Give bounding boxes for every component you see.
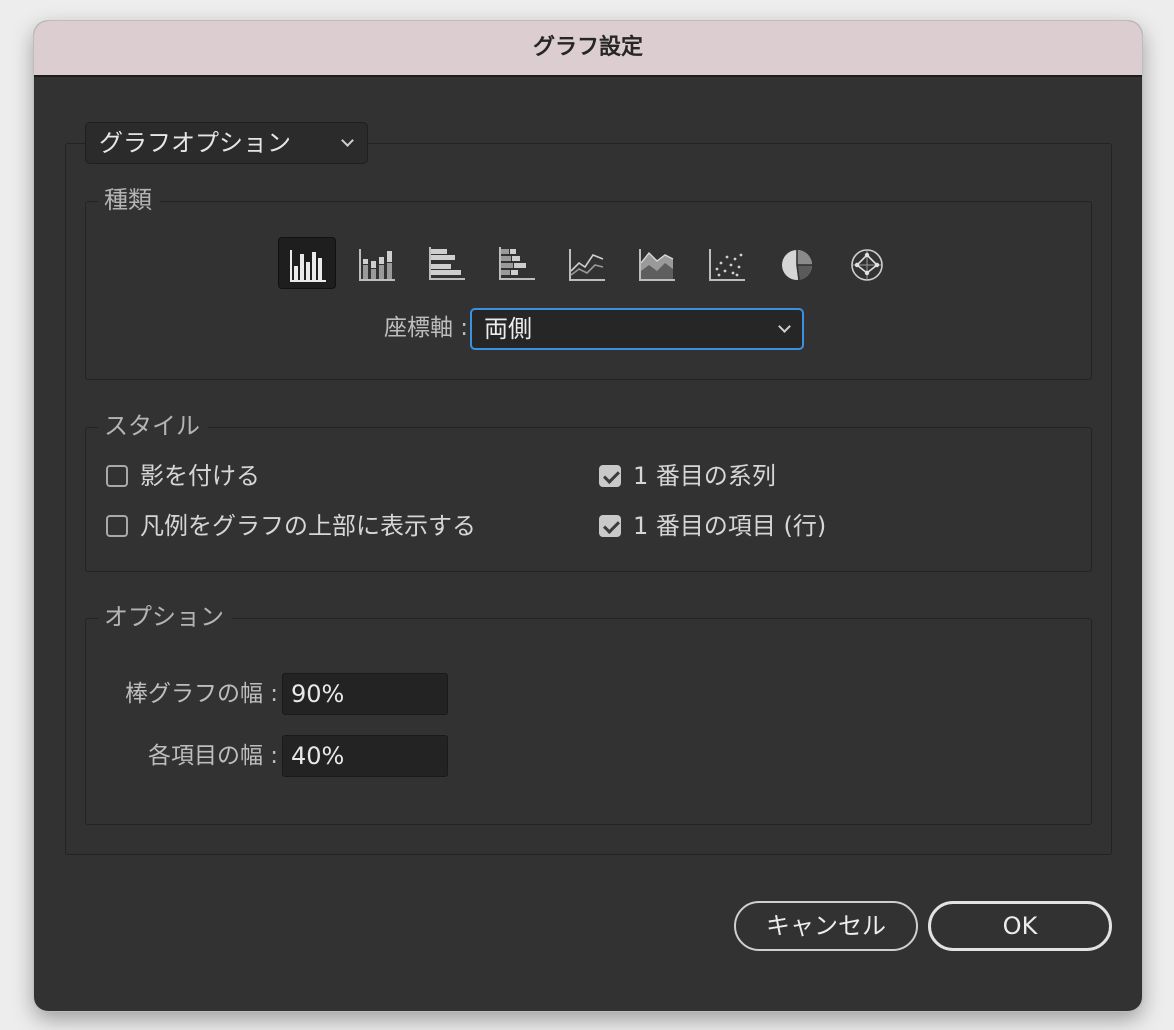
- stacked-column-graph-icon[interactable]: [348, 237, 406, 289]
- axis-label: 座標軸 :: [383, 315, 468, 341]
- chevron-down-icon: [341, 134, 354, 147]
- area-graph-icon[interactable]: [628, 237, 686, 289]
- add-shadow-checkbox-row[interactable]: 影を付ける: [106, 460, 506, 492]
- chevron-down-icon: [778, 320, 791, 333]
- style-section-legend: スタイル: [98, 411, 208, 441]
- first-item-checkbox[interactable]: [599, 515, 621, 537]
- dialog-title: グラフ設定: [34, 21, 1142, 77]
- legend-on-top-label: 凡例をグラフの上部に表示する: [140, 512, 476, 540]
- item-width-input[interactable]: [282, 735, 448, 777]
- cancel-button[interactable]: キャンセル: [734, 901, 918, 951]
- stacked-bar-graph-icon[interactable]: [488, 237, 546, 289]
- item-width-label: 各項目の幅 :: [147, 743, 278, 769]
- first-item-checkbox-row[interactable]: 1 番目の項目 (行): [599, 510, 919, 542]
- first-series-checkbox-row[interactable]: 1 番目の系列: [599, 460, 899, 492]
- scatter-graph-icon[interactable]: [698, 237, 756, 289]
- grouped-bar-graph-icon[interactable]: [418, 237, 476, 289]
- first-series-checkbox[interactable]: [599, 465, 621, 487]
- bar-width-input[interactable]: [282, 673, 448, 715]
- axis-dropdown-value: 両側: [484, 315, 532, 343]
- add-shadow-label: 影を付ける: [140, 462, 260, 490]
- panel-selector-dropdown[interactable]: グラフオプション: [85, 122, 368, 164]
- add-shadow-checkbox[interactable]: [106, 465, 128, 487]
- options-section-frame: [85, 618, 1092, 825]
- graph-settings-dialog: グラフ設定 グラフオプション 種類 座標軸: 両側 スタイル 影を付ける 凡例…: [34, 21, 1142, 1011]
- bar-width-label: 棒グラフの幅 :: [124, 681, 278, 707]
- axis-dropdown[interactable]: 両側: [470, 308, 804, 350]
- first-item-label: 1 番目の項目 (行): [633, 512, 827, 540]
- grouped-column-graph-icon[interactable]: [278, 237, 336, 289]
- type-section-frame: [85, 201, 1092, 380]
- line-graph-icon[interactable]: [558, 237, 616, 289]
- ok-button[interactable]: OK: [928, 901, 1112, 951]
- style-section-frame: [85, 427, 1092, 572]
- first-series-label: 1 番目の系列: [633, 462, 776, 490]
- legend-on-top-checkbox-row[interactable]: 凡例をグラフの上部に表示する: [106, 510, 526, 542]
- pie-graph-icon[interactable]: [768, 237, 826, 289]
- radar-graph-icon[interactable]: [838, 237, 896, 289]
- type-section-legend: 種類: [98, 185, 160, 215]
- panel-selector-value: グラフオプション: [99, 129, 291, 157]
- legend-on-top-checkbox[interactable]: [106, 515, 128, 537]
- options-section-legend: オプション: [98, 602, 232, 632]
